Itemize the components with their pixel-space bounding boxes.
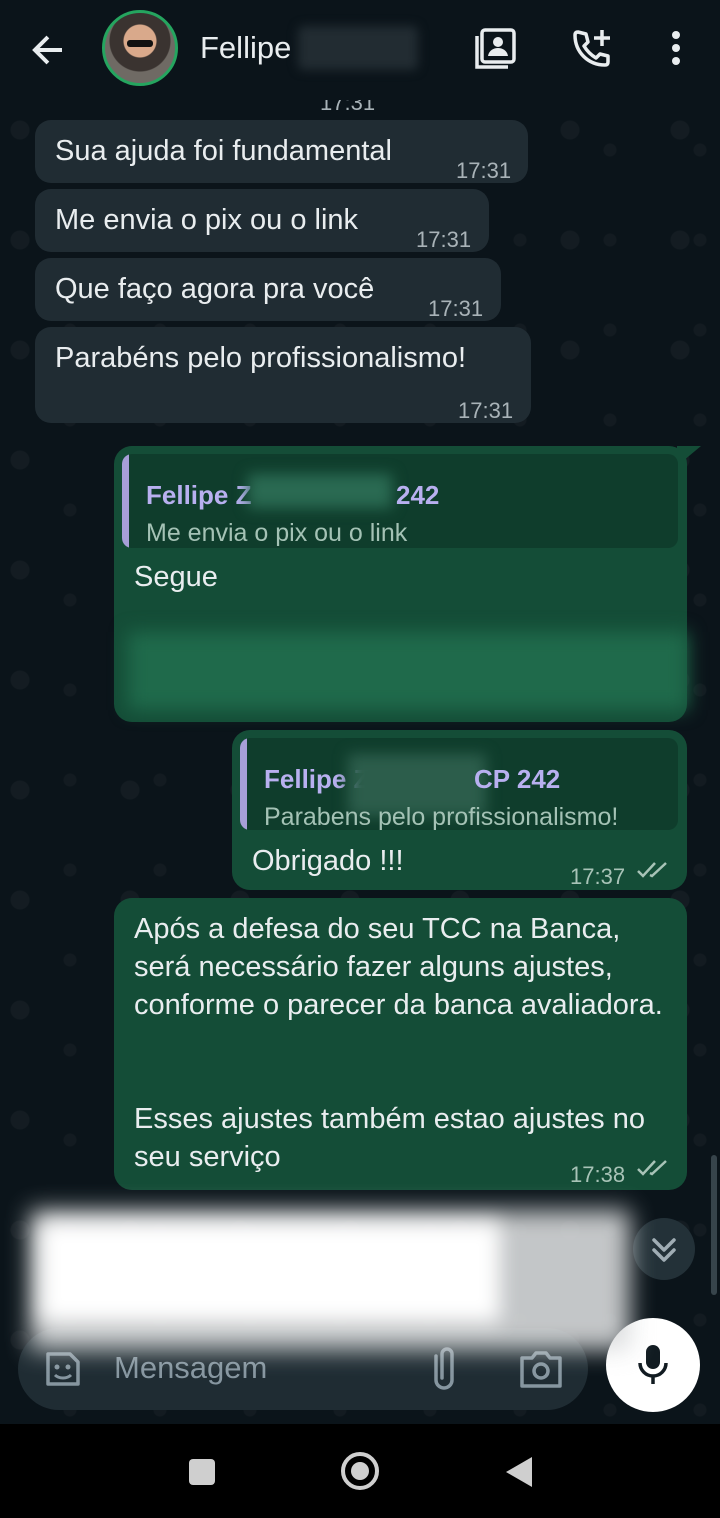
message-text: Obrigado !!!	[252, 845, 404, 877]
quote-bar	[240, 738, 247, 830]
message-outgoing[interactable]: Após a defesa do seu TCC na Banca, será …	[114, 898, 687, 1190]
message-text: Segue	[134, 561, 218, 593]
recents-icon[interactable]	[186, 1456, 218, 1488]
redacted-surname	[298, 26, 418, 70]
message-outgoing[interactable]: Fellipe Z 242 Me envia o pix ou o link S…	[114, 446, 701, 722]
chat-header: Fellipe	[0, 0, 720, 100]
message-time: 17:31	[428, 296, 484, 321]
scrollbar[interactable]	[711, 1155, 717, 1295]
redacted-preview-inner	[40, 1222, 500, 1322]
message-text: Me envia o pix ou o link	[55, 204, 359, 236]
more-vert-icon[interactable]	[652, 24, 700, 72]
home-icon[interactable]	[338, 1449, 382, 1493]
add-call-icon[interactable]	[568, 24, 616, 72]
scroll-down-button[interactable]	[633, 1218, 695, 1280]
sticker-icon[interactable]	[42, 1348, 84, 1390]
message-incoming[interactable]: Sua ajuda foi fundamental 17:31	[35, 120, 528, 183]
redacted-name	[248, 474, 392, 508]
quoted-message[interactable]: Fellipe Z CP 242 Parabens pelo profissio…	[240, 738, 678, 830]
mic-icon	[638, 1345, 668, 1384]
attach-icon[interactable]	[424, 1346, 464, 1392]
message-text: Que faço agora pra você	[55, 273, 375, 305]
avatar[interactable]	[102, 10, 178, 86]
quote-author-suffix: CP 242	[474, 764, 561, 794]
scroll-down-icon	[652, 1238, 676, 1262]
message-text: Após a defesa do seu TCC na Banca, será …	[134, 913, 663, 1021]
quote-text: Me envia o pix ou o link	[146, 519, 408, 547]
redacted-link	[128, 632, 688, 710]
message-incoming[interactable]: Que faço agora pra você 17:31	[35, 258, 501, 321]
quote-author-suffix: 242	[396, 480, 440, 510]
message-input[interactable]: Mensagem	[114, 1350, 267, 1386]
message-time: 17:31	[416, 227, 472, 252]
double-check-icon	[637, 862, 667, 878]
bubble-tail	[677, 446, 701, 466]
double-check-icon	[637, 1160, 667, 1176]
message-text: Parabéns pelo profissionalismo!	[55, 342, 467, 374]
message-incoming[interactable]: Me envia o pix ou o link 17:31	[35, 189, 489, 252]
quote-text: Parabens pelo profissionalismo!	[264, 803, 619, 830]
message-incoming[interactable]: Parabéns pelo profissionalismo! 17:31	[35, 327, 531, 423]
contact-name[interactable]: Fellipe	[200, 30, 291, 66]
quote-author: Fellipe Z	[146, 480, 252, 510]
message-text: Sua ajuda foi fundamental	[55, 135, 392, 167]
message-outgoing[interactable]: Fellipe Z CP 242 Parabens pelo profissio…	[232, 730, 687, 890]
back-icon[interactable]	[502, 1454, 536, 1490]
contact-card-icon[interactable]	[472, 24, 520, 72]
quote-bar	[122, 454, 129, 548]
message-time: 17:38	[570, 1162, 626, 1187]
back-arrow-icon[interactable]	[24, 26, 72, 74]
message-time: 17:37	[570, 864, 626, 889]
quoted-message[interactable]: Fellipe Z 242 Me envia o pix ou o link	[122, 454, 678, 548]
message-time: 17:31	[458, 398, 514, 423]
camera-icon[interactable]	[518, 1348, 564, 1390]
message-time: 17:31	[456, 158, 512, 183]
system-navigation-bar	[0, 1424, 720, 1518]
